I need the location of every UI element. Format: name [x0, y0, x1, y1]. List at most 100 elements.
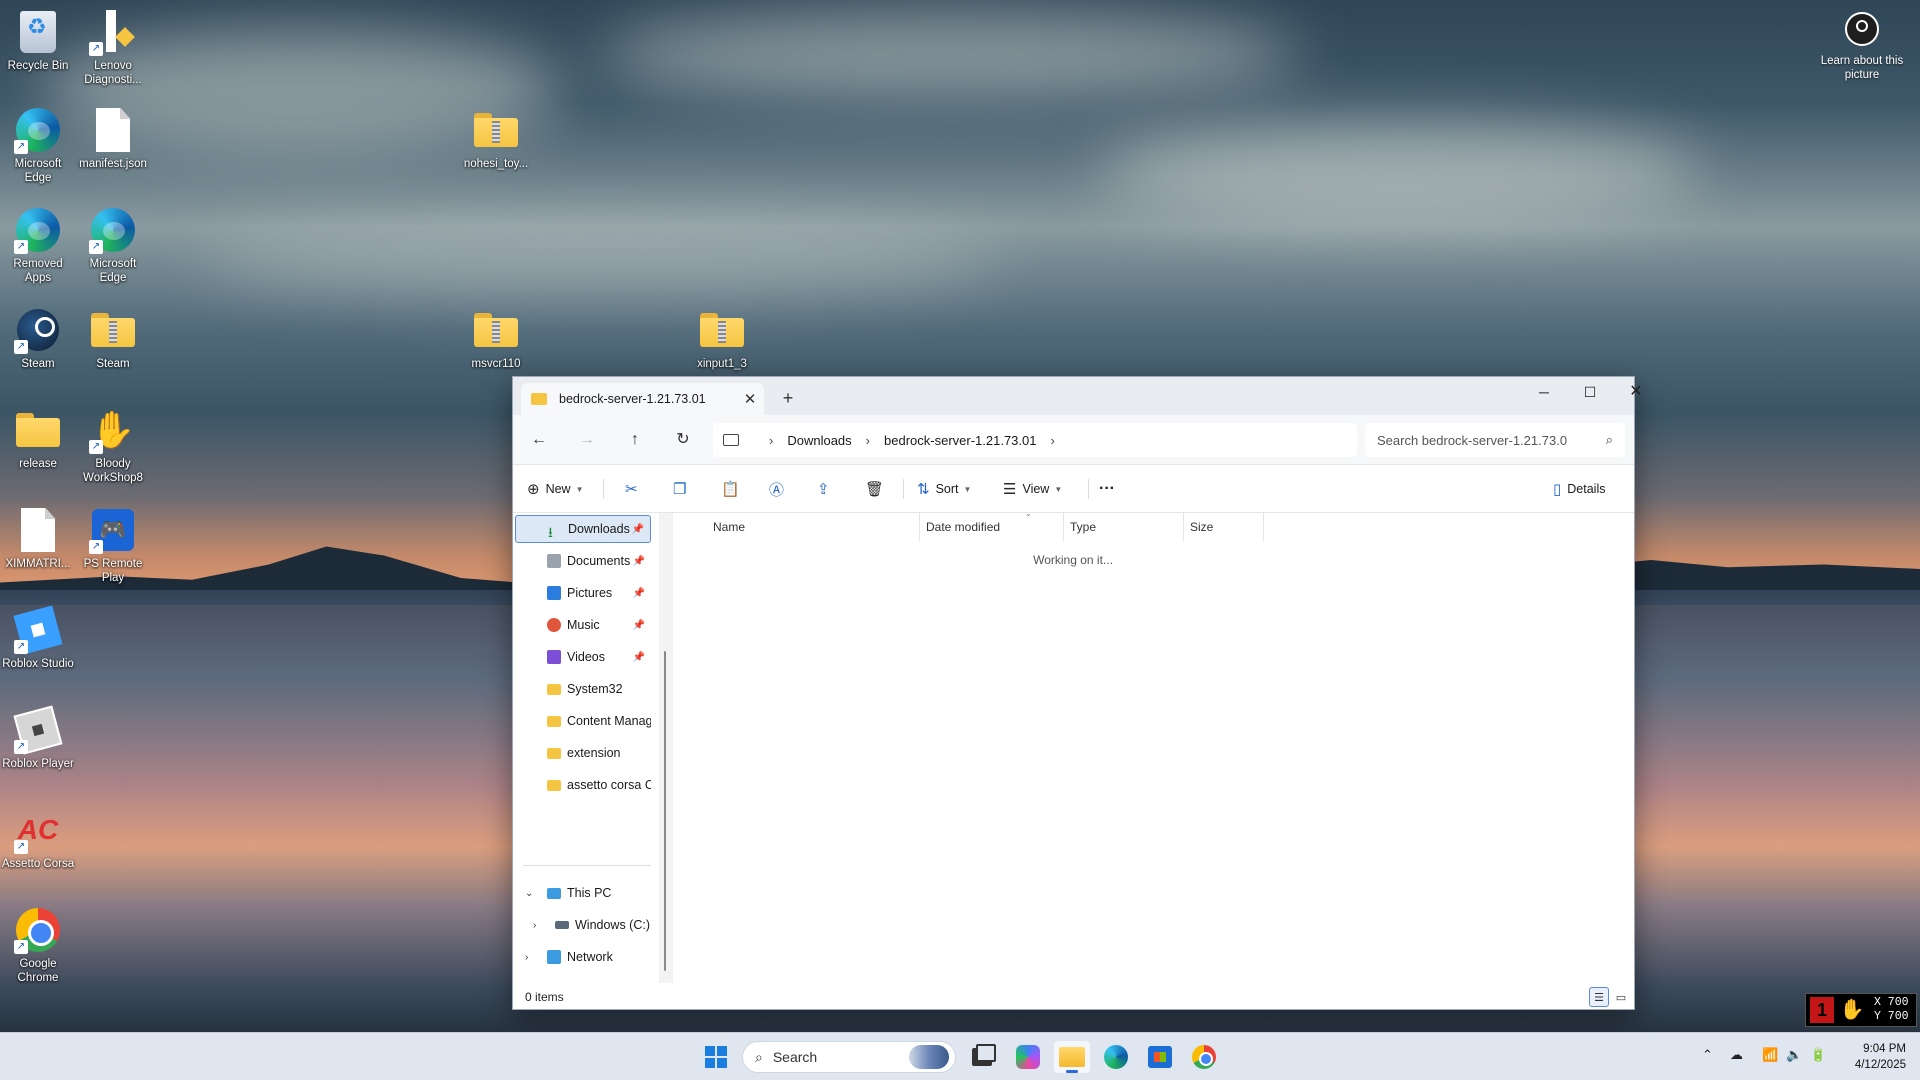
refresh-button[interactable]: ↻ [667, 427, 699, 453]
nav-item-extension[interactable]: extension [515, 739, 651, 767]
pin-icon[interactable]: 📌 [633, 556, 645, 567]
taskbar-edge[interactable] [1098, 1041, 1134, 1073]
desktop-icon-manifest-json[interactable]: manifest.json [75, 106, 151, 171]
desktop-icon-roblox-studio[interactable]: ↗ Roblox Studio [0, 605, 76, 671]
pin-icon[interactable]: 📌 [632, 524, 644, 535]
new-tab-button[interactable]: + [775, 387, 801, 409]
column-header-date-modified[interactable]: Date modified [920, 513, 1064, 541]
nav-item-downloads[interactable]: ⭳ Downloads 📌 [515, 515, 651, 543]
details-view-button[interactable]: ☰ [1589, 987, 1609, 1007]
monitor-icon [547, 887, 561, 899]
nav-item-videos[interactable]: Videos 📌 [515, 643, 651, 671]
nav-item-assetto-corsa[interactable]: assetto corsa OC [515, 771, 651, 799]
taskbar-store[interactable] [1142, 1041, 1178, 1073]
breadcrumb-downloads[interactable]: Downloads [787, 433, 851, 448]
task-view-button[interactable] [964, 1041, 1000, 1073]
desktop-icon-release[interactable]: release [0, 406, 76, 471]
clock[interactable]: 9:04 PM 4/12/2025 [1840, 1041, 1906, 1073]
wifi-icon[interactable]: 📶 [1762, 1047, 1778, 1063]
more-options-button[interactable]: ··· [1099, 476, 1115, 502]
desktop-icon-roblox-player[interactable]: ↗ Roblox Player [0, 705, 76, 771]
desktop-icon-microsoft-edge[interactable]: ↗ Microsoft Edge [0, 106, 76, 185]
nav-item-system32[interactable]: System32 [515, 675, 651, 703]
paste-button[interactable]: 📋 [721, 476, 746, 502]
desktop-icon-steam-folder[interactable]: Steam [75, 306, 151, 371]
maximize-button[interactable]: ☐ [1567, 377, 1613, 407]
desktop-icon-bloody-workshop[interactable]: ✋ ↗ Bloody WorkShop8 [75, 406, 151, 485]
desktop-icon-recycle-bin[interactable]: Recycle Bin [0, 8, 76, 73]
start-button[interactable] [698, 1041, 734, 1073]
desktop-icon-removed-apps[interactable]: ↗ Removed Apps [0, 206, 76, 285]
nav-item-documents[interactable]: Documents 📌 [515, 547, 651, 575]
pin-icon[interactable]: 📌 [633, 620, 645, 631]
nav-item-this-pc[interactable]: ⌄ This PC [515, 879, 651, 907]
column-header-size[interactable]: Size [1184, 513, 1264, 541]
copy-icon: ❐ [673, 481, 687, 498]
desktop-icon-ximmatri[interactable]: XIMMATRI... [0, 506, 76, 571]
chevron-down-icon: ▼ [963, 484, 972, 494]
download-arrow-icon: ⭳ [548, 524, 553, 540]
desktop-icon-nohesi[interactable]: nohesi_toy... [456, 106, 536, 171]
breadcrumb-bedrock-server[interactable]: bedrock-server-1.21.73.01 [884, 433, 1036, 448]
desktop-icon-msvcr110[interactable]: msvcr110 [456, 306, 536, 371]
view-button[interactable]: ☰ View ▼ [1003, 476, 1062, 502]
nav-item-content-manager[interactable]: Content Manag [515, 707, 651, 735]
desktop-icon-steam[interactable]: ↗ Steam [0, 306, 76, 371]
desktop-icon-google-chrome[interactable]: ↗ Google Chrome [0, 906, 76, 985]
details-pane-icon: ▯ [1553, 481, 1562, 498]
forward-button[interactable]: → [571, 427, 603, 453]
search-box[interactable]: Search bedrock-server-1.21.73.0 ⌕ [1365, 423, 1625, 457]
column-header-name[interactable]: Name [675, 513, 920, 541]
delete-button[interactable]: 🗑 [865, 476, 890, 502]
pictures-icon [547, 586, 561, 600]
show-hidden-icons-button[interactable]: ⌃ [1702, 1047, 1713, 1063]
new-button[interactable]: ⊕ New ▼ [527, 476, 584, 502]
taskbar-search[interactable]: ⌕ Search [742, 1041, 956, 1073]
desktop-icon-microsoft-edge-2[interactable]: ↗ Microsoft Edge [75, 206, 151, 285]
zip-folder-icon [474, 313, 518, 347]
chevron-right-icon[interactable]: › [525, 952, 528, 963]
rename-button[interactable]: Ⓐ [769, 476, 790, 502]
details-pane-button[interactable]: ▯ Details [1553, 476, 1605, 502]
pin-icon[interactable]: 📌 [633, 652, 645, 663]
nav-item-pictures[interactable]: Pictures 📌 [515, 579, 651, 607]
learn-about-picture[interactable]: Learn about this picture [1820, 12, 1904, 82]
desktop-icon-xinput1-3[interactable]: xinput1_3 [682, 306, 762, 371]
tiles-view-button[interactable]: ▭ [1611, 987, 1631, 1007]
chevron-down-icon[interactable]: ⌄ [525, 888, 533, 899]
nav-item-network[interactable]: › Network [515, 943, 651, 971]
address-bar[interactable]: › Downloads › bedrock-server-1.21.73.01 … [713, 423, 1357, 457]
m365-icon [1016, 1045, 1040, 1069]
tab-bedrock-server[interactable]: bedrock-server-1.21.73.01 ✕ [521, 383, 764, 415]
sort-button[interactable]: ⇅ Sort ▼ [917, 476, 971, 502]
copy-button[interactable]: ❐ [673, 476, 692, 502]
search-icon: ⌕ [1605, 432, 1613, 447]
share-button[interactable]: ⇪ [817, 476, 836, 502]
taskbar-file-explorer[interactable] [1054, 1041, 1090, 1073]
tiles-view-icon: ▭ [1615, 991, 1627, 1004]
command-bar: ⊕ New ▼ ✂ ❐ 📋 Ⓐ ⇪ 🗑 ⇅ Sort ▼ ☰ View ▼ ··… [513, 465, 1634, 513]
recycle-bin-icon [20, 11, 56, 53]
volume-icon[interactable]: 🔈 [1786, 1047, 1802, 1063]
desktop-icon-assetto-corsa[interactable]: AC ↗ Assetto Corsa [0, 806, 76, 871]
taskbar-chrome[interactable] [1186, 1041, 1222, 1073]
column-header-type[interactable]: Type [1064, 513, 1184, 541]
desktop-icon-ps-remote-play[interactable]: 🎮 ↗ PS Remote Play [75, 506, 151, 585]
nav-item-music[interactable]: Music 📌 [515, 611, 651, 639]
pin-icon[interactable]: 📌 [633, 588, 645, 599]
onedrive-icon[interactable]: ☁ [1730, 1047, 1743, 1063]
close-window-button[interactable]: ✕ [1613, 377, 1659, 407]
nav-scrollbar[interactable] [659, 513, 673, 983]
battery-icon[interactable]: 🔋 [1810, 1047, 1826, 1063]
chevron-right-icon[interactable]: › [1051, 433, 1055, 448]
close-tab-icon[interactable]: ✕ [736, 390, 764, 408]
minimize-button[interactable]: ─ [1521, 377, 1567, 407]
back-button[interactable]: ← [523, 427, 555, 453]
taskbar-m365[interactable] [1010, 1041, 1046, 1073]
cut-button[interactable]: ✂ [625, 476, 644, 502]
chevron-right-icon[interactable]: › [533, 920, 536, 931]
up-button[interactable]: ↑ [619, 427, 651, 453]
edge-icon [1104, 1045, 1128, 1069]
desktop-icon-lenovo-diagnostics[interactable]: ↗ Lenovo Diagnosti... [75, 8, 151, 87]
nav-item-windows-c[interactable]: › Windows (C:) [515, 911, 651, 939]
